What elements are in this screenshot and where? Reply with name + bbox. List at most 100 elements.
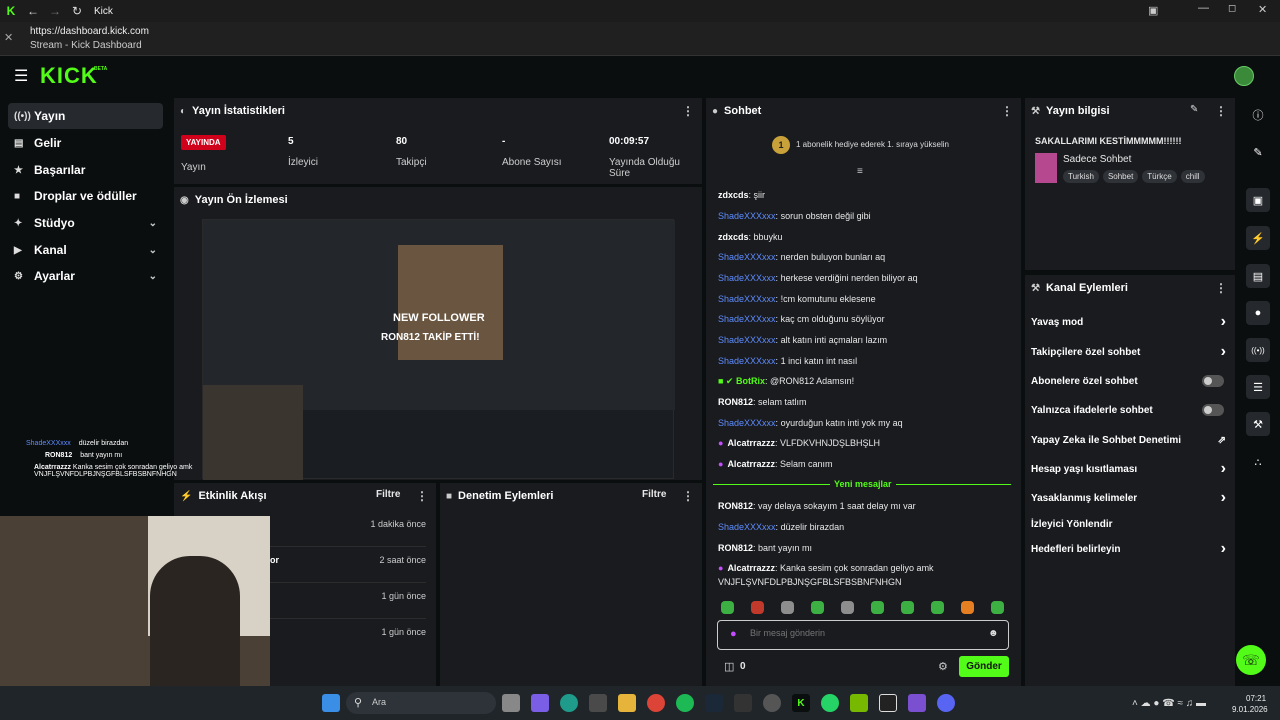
taskbar-search[interactable]: ⚲ Ara	[346, 692, 496, 714]
edit-pencil-icon[interactable]: ✎	[1190, 104, 1198, 115]
toggle-switch[interactable]	[1202, 375, 1224, 387]
emote-icon[interactable]	[901, 601, 914, 614]
url-text[interactable]: https://dashboard.kick.com	[30, 26, 149, 37]
toggle-switch[interactable]	[1202, 404, 1224, 416]
chat-username[interactable]: ShadeXXXxxx	[718, 294, 776, 304]
widgets-icon[interactable]	[531, 694, 549, 712]
emote-icon[interactable]	[751, 601, 764, 614]
app-icon[interactable]	[879, 694, 897, 712]
info-icon[interactable]: ⓘ	[1246, 103, 1270, 127]
more-options-icon[interactable]: ⋮	[1001, 104, 1013, 118]
chat-username[interactable]: ShadeXXXxxx	[718, 418, 776, 428]
reload-icon[interactable]: ↻	[66, 0, 88, 22]
channel-action-item[interactable]: Yasaklanmış kelimeler ›	[1031, 488, 1226, 508]
tag[interactable]: Türkçe	[1142, 170, 1177, 183]
spotify-icon[interactable]	[676, 694, 694, 712]
tag[interactable]: Turkish	[1063, 170, 1099, 183]
forward-icon[interactable]: →	[44, 0, 66, 22]
minimize-icon[interactable]: —	[1198, 2, 1209, 14]
chrome-icon[interactable]	[647, 694, 665, 712]
visual-studio-icon[interactable]	[908, 694, 926, 712]
chat-username[interactable]: Alcatrrazzz	[727, 438, 775, 448]
chat-username[interactable]: ShadeXXXxxx	[718, 356, 776, 366]
emote-icon[interactable]	[991, 601, 1004, 614]
kick-app-icon[interactable]: K	[792, 694, 810, 712]
avatar[interactable]	[1234, 66, 1254, 86]
nvidia-icon[interactable]	[850, 694, 868, 712]
kick-logo[interactable]: KICK	[40, 63, 98, 89]
more-options-icon[interactable]: ⋮	[1215, 104, 1227, 118]
chat-icon[interactable]: ●	[1246, 301, 1270, 325]
more-options-icon[interactable]: ⋮	[682, 104, 694, 118]
chat-username[interactable]: ShadeXXXxxx	[718, 211, 776, 221]
edge-icon[interactable]	[560, 694, 578, 712]
app-icon[interactable]	[734, 694, 752, 712]
channel-action-item[interactable]: Hedefleri belirleyin ›	[1031, 539, 1226, 559]
nodes-icon[interactable]: ∴	[1246, 450, 1270, 474]
filter-button[interactable]: Filtre	[376, 489, 400, 500]
hamburger-menu-icon[interactable]: ☰	[14, 66, 28, 86]
app-icon[interactable]	[763, 694, 781, 712]
sidebar-item-yayin[interactable]: ((•)) Yayın	[8, 103, 163, 129]
emote-icon[interactable]	[841, 601, 854, 614]
tray-icons[interactable]: ˄ ☁ ● ☎ ≈ ♫ ▬	[1132, 698, 1206, 709]
sidebar-item-basarilar[interactable]: ★ Başarılar	[8, 157, 163, 183]
chat-username[interactable]: ShadeXXXxxx	[718, 252, 776, 262]
chat-username[interactable]: BotRix	[736, 376, 765, 386]
windows-start-icon[interactable]	[322, 694, 340, 712]
more-options-icon[interactable]: ⋮	[416, 489, 428, 503]
sidebar-item-ayarlar[interactable]: ⚙ Ayarlar ⌄	[8, 263, 163, 289]
gift-banner-text[interactable]: 1 abonelik hediye ederek 1. sıraya yükse…	[796, 140, 949, 149]
channel-action-item[interactable]: Hesap yaşı kısıtlaması ›	[1031, 459, 1226, 479]
filter-button[interactable]: Filtre	[642, 489, 666, 500]
more-options-icon[interactable]: ⋮	[682, 489, 694, 503]
more-options-icon[interactable]: ⋮	[1215, 281, 1227, 295]
lightning-icon[interactable]: ⚡	[1246, 226, 1270, 250]
emote-icon[interactable]	[931, 601, 944, 614]
stream-preview-video[interactable]: NEW FOLLOWER RON812 TAKİP ETTİ!	[202, 219, 675, 480]
chat-username[interactable]: RON812	[718, 501, 753, 511]
browser-tab-title[interactable]: Kick	[94, 6, 113, 17]
stack-icon[interactable]: ☰	[1246, 375, 1270, 399]
category-name[interactable]: Sadece Sohbet	[1063, 154, 1131, 165]
sidebar-item-gelir[interactable]: ▤ Gelir	[8, 130, 163, 156]
sidebar-item-droplar[interactable]: ■ Droplar ve ödüller	[8, 183, 163, 209]
sidebar-item-kanal[interactable]: ▶ Kanal ⌄	[8, 237, 163, 263]
channel-action-item[interactable]: Yalnızca ifadelerle sohbet	[1031, 400, 1226, 420]
emote-icon[interactable]	[811, 601, 824, 614]
chat-username[interactable]: RON812	[718, 543, 753, 553]
chat-username[interactable]: Alcatrrazzz	[727, 459, 775, 469]
edit-icon[interactable]: ✎	[1246, 140, 1270, 164]
maximize-icon[interactable]: ◻	[1228, 3, 1236, 14]
channel-action-item[interactable]: Yapay Zeka ile Sohbet Denetimi ⇗	[1031, 430, 1226, 450]
chat-username[interactable]: zdxcds	[718, 232, 749, 242]
whatsapp-icon[interactable]	[821, 694, 839, 712]
chat-settings-icon[interactable]: ⚙	[938, 660, 948, 673]
channel-action-item[interactable]: Takipçilere özel sohbet ›	[1031, 342, 1226, 362]
emoji-icon[interactable]: ☻	[988, 628, 999, 639]
back-icon[interactable]: ←	[22, 0, 44, 22]
emote-icon[interactable]	[781, 601, 794, 614]
sidebar-item-studyo[interactable]: ✦ Stüdyo ⌄	[8, 210, 163, 236]
close-popup-icon[interactable]: ✕	[4, 31, 13, 44]
chat-username[interactable]: ShadeXXXxxx	[718, 522, 776, 532]
channel-points-icon[interactable]: ◫	[724, 660, 734, 673]
document-icon[interactable]: ▤	[1246, 264, 1270, 288]
broadcast-icon[interactable]: ((•))	[1246, 338, 1270, 362]
support-chat-button[interactable]: ☏	[1236, 645, 1266, 675]
task-view-icon[interactable]	[502, 694, 520, 712]
tag[interactable]: chill	[1180, 170, 1205, 183]
emote-icon[interactable]	[961, 601, 974, 614]
channel-action-item[interactable]: İzleyici Yönlendir	[1031, 514, 1226, 534]
extension-icon[interactable]: ▣	[1148, 4, 1158, 17]
emote-icon[interactable]	[871, 601, 884, 614]
close-icon[interactable]: ✕	[1258, 3, 1267, 16]
file-explorer-icon[interactable]	[618, 694, 636, 712]
chat-input-box[interactable]: ● ☻	[717, 620, 1009, 650]
channel-action-item[interactable]: Yavaş mod ›	[1031, 312, 1226, 332]
wrench-icon[interactable]: ⚒	[1246, 412, 1270, 436]
store-icon[interactable]	[589, 694, 607, 712]
discord-icon[interactable]	[937, 694, 955, 712]
chat-username[interactable]: ShadeXXXxxx	[718, 273, 776, 283]
channel-action-item[interactable]: Abonelere özel sohbet	[1031, 371, 1226, 391]
